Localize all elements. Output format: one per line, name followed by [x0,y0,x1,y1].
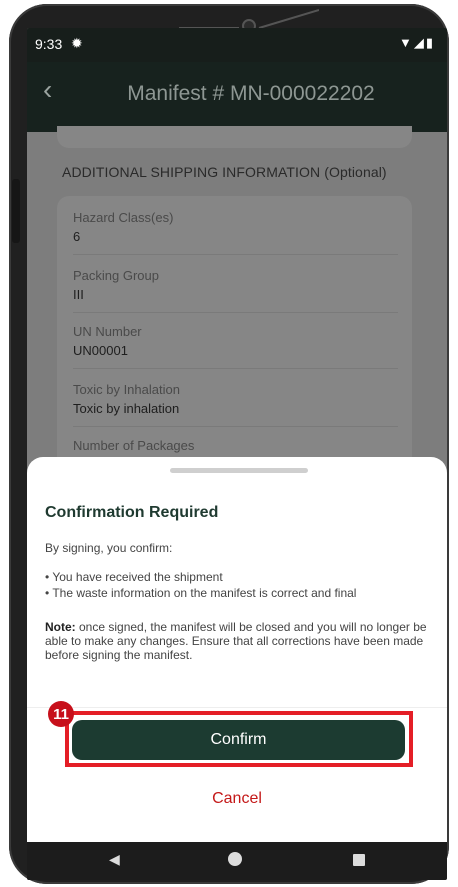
field-label: Packing Group [73,268,159,283]
divider [73,426,398,427]
confirmation-bottom-sheet: Confirmation Required By signing, you co… [27,457,447,842]
divider [73,254,398,255]
status-bar: 9:33 ✹ ▼◢▮ [27,28,447,62]
field-packing-group: Packing Group III [73,268,159,302]
nav-home-icon[interactable] [228,852,242,866]
field-label: Toxic by Inhalation [73,382,180,397]
wifi-signal-battery-icons: ▼◢▮ [398,35,435,50]
note-text: once signed, the manifest will be closed… [45,620,427,662]
shipping-info-card: Hazard Class(es) 6 Packing Group III UN … [57,196,412,496]
status-time: 9:33 [35,36,63,52]
field-value: Toxic by inhalation [73,401,180,416]
list-item: • You have received the shipment [45,570,223,584]
app-bar: ‹ Manifest # MN-000022202 [27,62,447,132]
annotation-highlight-box [65,711,413,767]
note-label: Note: [45,620,76,634]
field-hazard-class: Hazard Class(es) 6 [73,210,173,244]
dialog-title: Confirmation Required [45,504,219,521]
divider [27,707,447,708]
drag-handle[interactable] [170,468,308,473]
field-value: UN00001 [73,343,128,358]
section-header: ADDITIONAL SHIPPING INFORMATION (Optiona… [62,164,387,180]
divider [73,368,398,369]
phone-screen: 9:33 ✹ ▼◢▮ ‹ Manifest # MN-000022202 ADD… [27,28,447,880]
dialog-note: Note: once signed, the manifest will be … [45,620,430,662]
side-button [12,179,20,243]
field-toxic-by-inhalation: Toxic by Inhalation Toxic by inhalation [73,382,180,416]
cancel-button[interactable]: Cancel [27,790,447,808]
list-item: • The waste information on the manifest … [45,586,357,600]
field-label: UN Number [73,324,142,339]
divider [73,312,398,313]
nav-recents-icon[interactable] [353,854,365,866]
field-value: 6 [73,229,81,244]
field-un-number: UN Number UN00001 [73,324,142,358]
speaker-notch [179,9,319,30]
confirmation-list: • You have received the shipment • The w… [45,569,356,601]
settings-gear-icon: ✹ [71,35,83,51]
field-label: Number of Packages [73,438,195,453]
field-value: III [73,287,84,302]
page-title: Manifest # MN-000022202 [127,82,375,105]
nav-back-icon[interactable]: ◀ [109,851,120,868]
previous-card [57,126,412,148]
step-number-badge: 11 [48,701,74,727]
field-label: Hazard Class(es) [73,210,174,225]
system-nav-bar: ◀ [27,842,447,880]
dialog-intro: By signing, you confirm: [45,541,173,555]
